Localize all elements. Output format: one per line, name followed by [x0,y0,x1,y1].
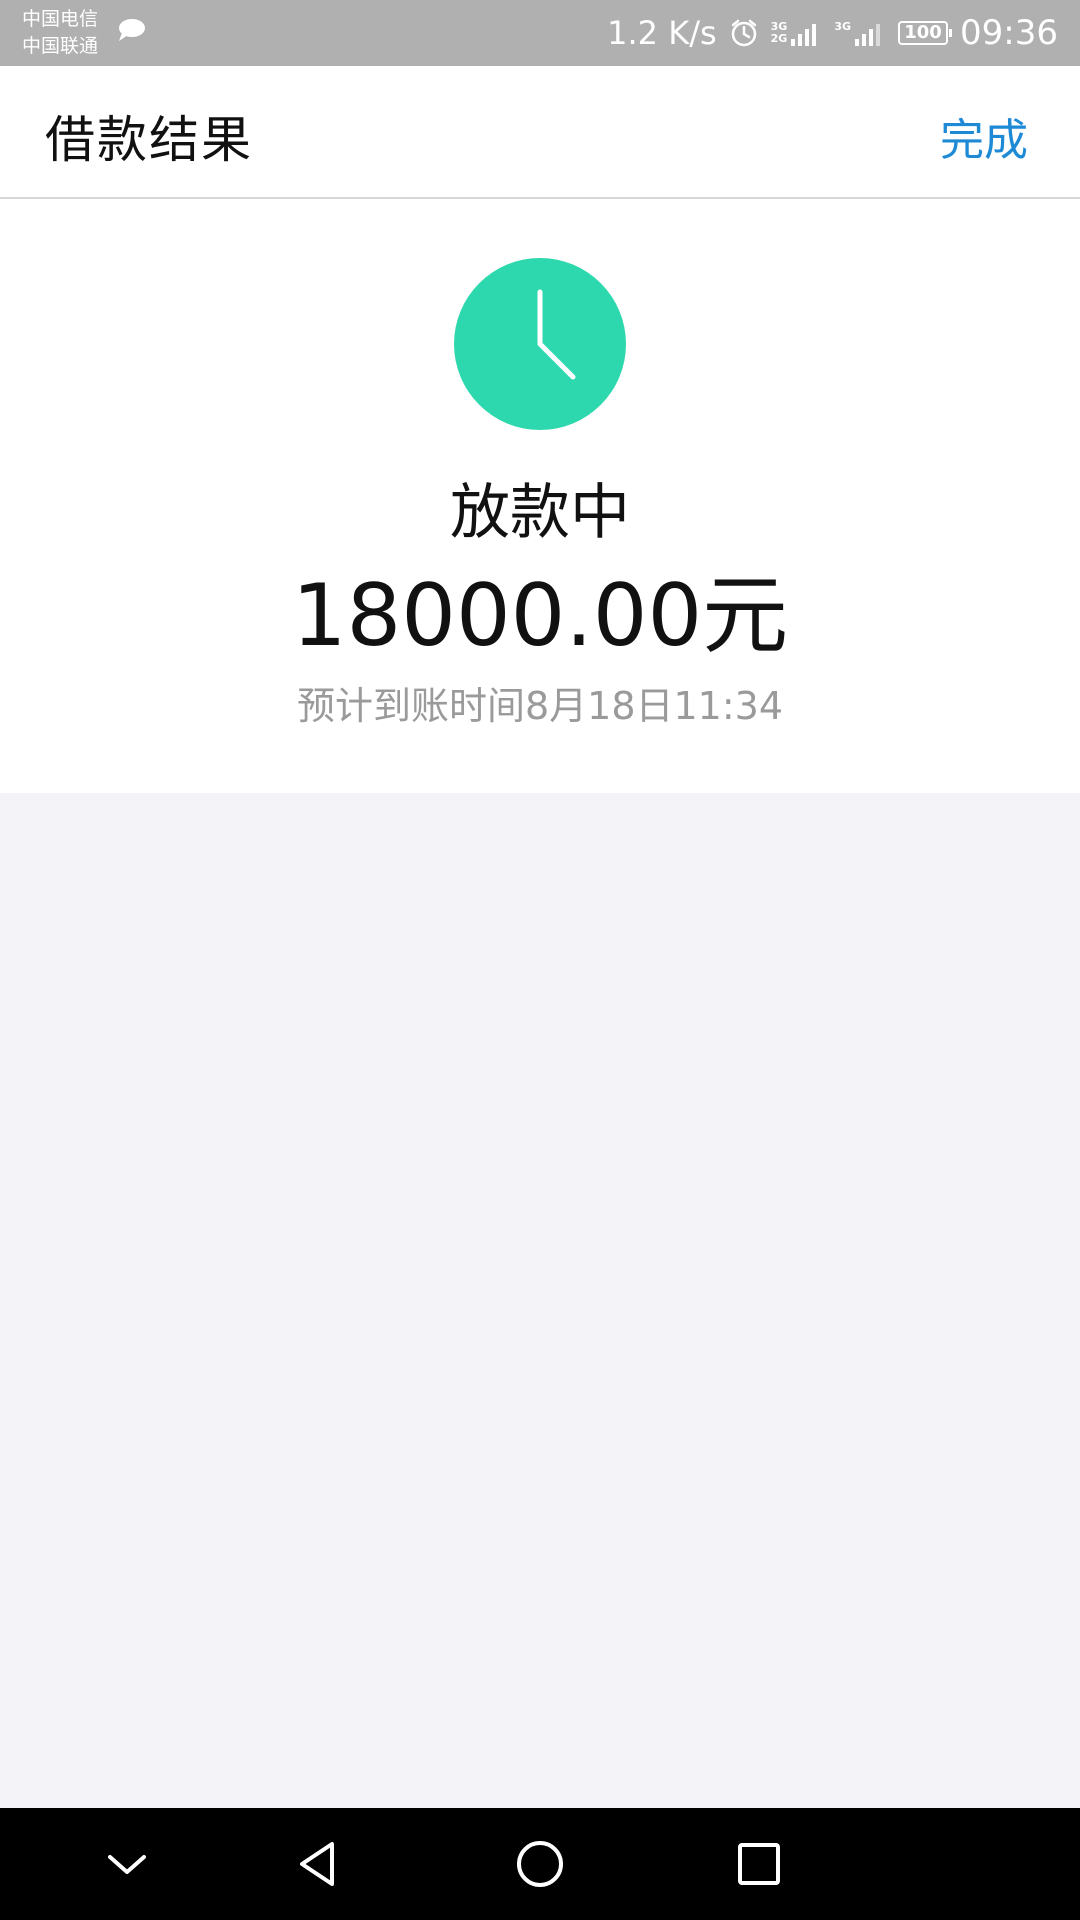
loan-result-card: 放款中 18000.00元 预计到账时间8月18日11:34 [0,199,1080,793]
sim1-network-bottom: 2G [770,32,788,45]
signal-icon [855,24,881,46]
battery-level: 100 [904,22,942,43]
status-indicators: 1.2 K/s 3G 2G 3G 100 09:36 [607,0,1058,66]
page-title: 借款结果 [45,111,253,169]
chat-bubble-icon [119,19,145,41]
app-header: 借款结果 完成 [0,66,1080,199]
clock-icon [454,258,626,430]
sim2-network-label: 3G [834,20,852,33]
carrier-2: 中国联通 [22,35,99,57]
carrier-1: 中国电信 [22,8,99,30]
arrival-eta: 预计到账时间8月18日11:34 [296,684,784,728]
status-bar: 中国电信 中国联通 1.2 K/s 3G 2G 3G 100 09:36 [0,0,1080,66]
back-triangle-icon[interactable] [290,1834,350,1894]
network-speed: 1.2 K/s [607,14,717,52]
carrier-labels: 中国电信 中国联通 [22,6,98,60]
battery-icon: 100 [898,21,953,45]
sim2-network: 3G [834,19,886,47]
home-circle-icon[interactable] [510,1834,570,1894]
done-button[interactable]: 完成 [940,104,1028,168]
recents-square-icon[interactable] [729,1834,789,1894]
loan-amount: 18000.00元 [291,566,789,666]
chevron-down-icon[interactable] [97,1834,157,1894]
alarm-icon [731,19,756,47]
clock-time: 09:36 [960,13,1058,53]
signal-icon [791,24,817,46]
loan-status: 放款中 [450,478,630,548]
sim1-network: 3G 2G [771,19,823,47]
system-nav-bar [0,1808,1080,1920]
